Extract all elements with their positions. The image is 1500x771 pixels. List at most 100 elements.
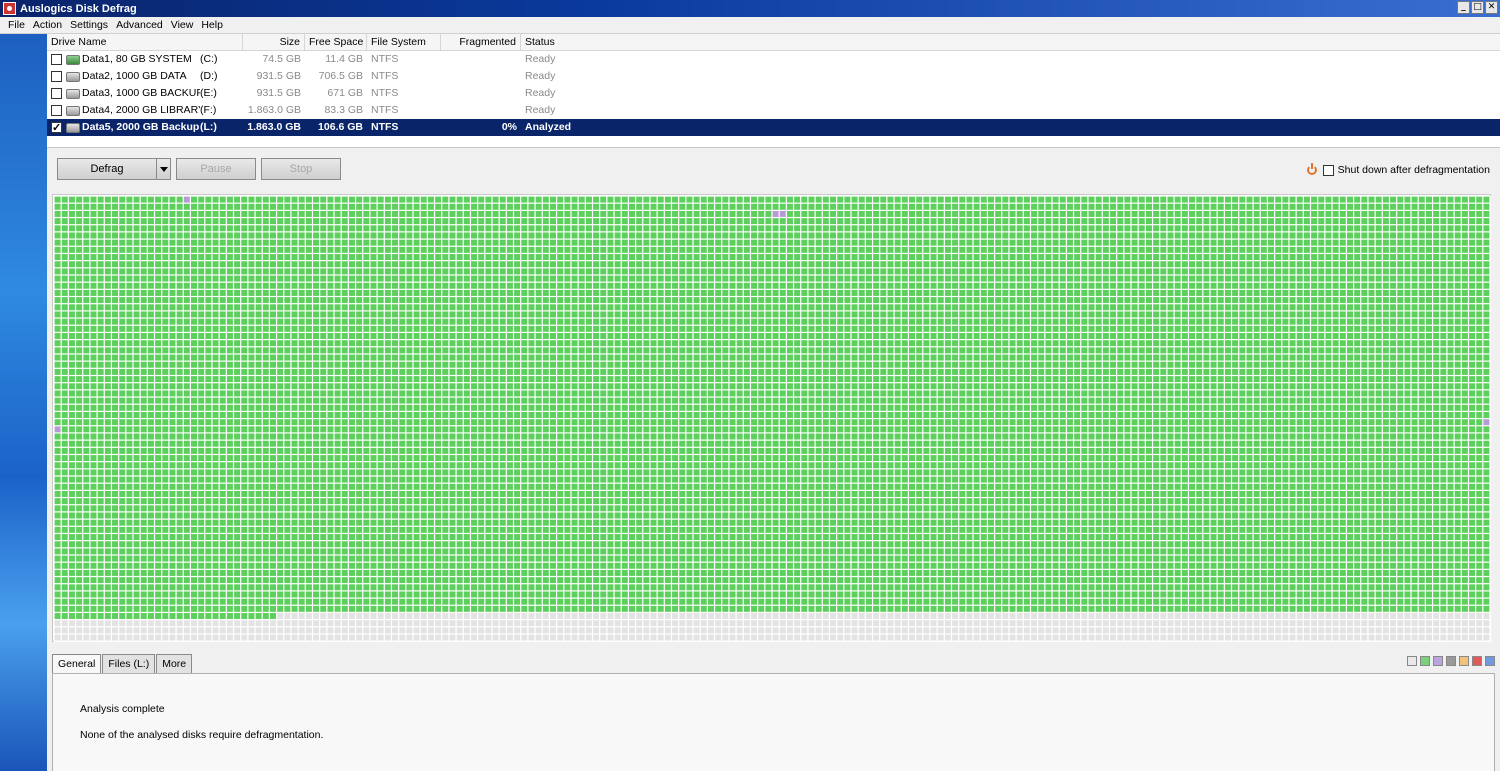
drive-fragmented: 0%	[501, 121, 517, 133]
drive-name: Data1, 80 GB SYSTEM	[82, 53, 192, 65]
drive-letter: (C:)	[200, 53, 218, 65]
drive-row[interactable]: Data3, 1000 GB BACKUP (E:) 931.5 GB 671 GB N…	[47, 85, 1500, 102]
drive-row[interactable]: Data1, 80 GB SYSTEM (C:) 74.5 GB 11.4 GB NTF…	[47, 51, 1500, 68]
menu-file[interactable]: File	[4, 19, 29, 31]
drive-row[interactable]: Data2, 1000 GB DATA (D:) 931.5 GB 706.5 GB N…	[47, 68, 1500, 85]
drive-file-system: NTFS	[371, 87, 399, 99]
tab-files[interactable]: Files (L:)	[102, 654, 156, 673]
drive-name: Data2, 1000 GB DATA	[82, 70, 187, 82]
drive-file-system: NTFS	[371, 70, 399, 82]
drive-checkbox[interactable]	[51, 71, 62, 82]
drive-free-space: 11.4 GB	[325, 53, 363, 65]
drive-file-system: NTFS	[371, 53, 399, 65]
hard-drive-icon	[66, 122, 80, 133]
drive-fragmented	[441, 102, 521, 119]
cluster-map-frame	[52, 194, 1491, 642]
drive-list: Drive Name Size Free Space File System F…	[47, 34, 1500, 148]
tab-strip: General Files (L:) More	[52, 654, 193, 674]
power-icon	[1306, 163, 1317, 175]
toolbar: Defrag Pause Stop Shut down after defrag…	[47, 148, 1500, 194]
legend-swatch	[1446, 656, 1456, 666]
shutdown-option: Shut down after defragmentation	[1306, 163, 1490, 176]
drive-checkbox[interactable]	[51, 88, 62, 99]
drive-rows: Data1, 80 GB SYSTEM (C:) 74.5 GB 11.4 GB NTF…	[47, 51, 1500, 136]
drive-file-system: NTFS	[371, 104, 399, 116]
hard-drive-icon	[66, 71, 80, 82]
tab-more[interactable]: More	[156, 654, 193, 673]
drive-size: 931.5 GB	[256, 87, 301, 99]
drive-name: Data3, 1000 GB BACKUP	[82, 87, 200, 99]
hard-drive-icon	[66, 88, 80, 99]
drive-file-system: NTFS	[371, 121, 399, 133]
menu-action[interactable]: Action	[29, 19, 66, 31]
drive-list-header: Drive Name Size Free Space File System F…	[47, 34, 1500, 51]
drive-row[interactable]: Data5, 2000 GB Backup(L:) 1.863.0 GB 106.6…	[47, 119, 1500, 136]
drive-free-space: 671 GB	[327, 87, 363, 99]
drive-name-cell: Data5, 2000 GB Backup(L:)	[47, 119, 243, 136]
drive-status: Analyzed	[525, 121, 572, 133]
drive-size: 74.5 GB	[262, 53, 301, 65]
cluster-map-canvas	[54, 196, 1491, 642]
drive-free-space: 706.5 GB	[318, 70, 363, 82]
defrag-button[interactable]: Defrag	[57, 158, 157, 180]
pause-button[interactable]: Pause	[176, 158, 256, 180]
analysis-result-text: None of the analysed disks require defra…	[80, 729, 324, 741]
desktop-background	[0, 34, 47, 771]
legend-swatch	[1407, 656, 1417, 666]
tab-general[interactable]: General	[52, 654, 102, 674]
drive-free-space: 83.3 GB	[324, 104, 363, 116]
stop-button[interactable]: Stop	[261, 158, 341, 180]
cluster-map	[54, 196, 1491, 642]
cluster-legend	[1407, 656, 1495, 666]
column-drive-name[interactable]: Drive Name	[47, 34, 243, 51]
drive-letter: (D:)	[200, 70, 218, 82]
minimize-button[interactable]: _	[1457, 1, 1470, 14]
drive-name-cell: Data4, 2000 GB LIBRARY (F:)	[47, 102, 243, 119]
drive-checkbox[interactable]	[51, 105, 62, 116]
menu-help[interactable]: Help	[197, 19, 227, 31]
hard-drive-icon	[66, 105, 80, 116]
drive-letter: (E:)	[200, 87, 217, 99]
menu-settings[interactable]: Settings	[66, 19, 112, 31]
drive-name: Data5, 2000 GB Backup	[82, 121, 200, 133]
menu-view[interactable]: View	[167, 19, 198, 31]
app-icon	[3, 2, 16, 15]
legend-swatch	[1420, 656, 1430, 666]
window-title: Auslogics Disk Defrag	[20, 2, 137, 15]
drive-status: Ready	[525, 87, 556, 99]
drive-checkbox[interactable]	[51, 120, 62, 136]
legend-swatch	[1472, 656, 1482, 666]
drive-row[interactable]: Data4, 2000 GB LIBRARY (F:) 1.863.0 GB 83.3…	[47, 102, 1500, 119]
legend-swatch	[1433, 656, 1443, 666]
menu-bar: File Action Settings Advanced View Help	[0, 17, 1500, 34]
drive-letter: (F:)	[200, 104, 217, 116]
close-button[interactable]: ✕	[1485, 1, 1498, 14]
drive-fragmented	[441, 85, 521, 102]
drive-name-cell: Data3, 1000 GB BACKUP (E:)	[47, 85, 243, 102]
column-filler	[611, 34, 1500, 51]
column-size[interactable]: Size	[243, 34, 305, 51]
drive-size: 1.863.0 GB	[247, 104, 301, 116]
legend-swatch	[1459, 656, 1469, 666]
drive-size: 1.863.0 GB	[247, 121, 301, 133]
legend-swatch	[1485, 656, 1495, 666]
drive-status: Ready	[525, 70, 556, 82]
drive-letter: (L:)	[200, 121, 217, 133]
defrag-dropdown-button[interactable]	[156, 158, 171, 180]
column-file-system[interactable]: File System	[367, 34, 441, 51]
analysis-status-text: Analysis complete	[80, 703, 165, 715]
maximize-button[interactable]: □	[1471, 1, 1484, 14]
bottom-panel: General Files (L:) More Analysis complet…	[52, 654, 1495, 771]
drive-free-space: 106.6 GB	[318, 121, 363, 133]
info-panel: Analysis complete None of the analysed d…	[52, 673, 1495, 771]
main-window: Drive Name Size Free Space File System F…	[47, 34, 1500, 771]
column-status[interactable]: Status	[521, 34, 611, 51]
drive-name-cell: Data1, 80 GB SYSTEM (C:)	[47, 51, 243, 68]
drive-checkbox[interactable]	[51, 54, 62, 65]
drive-status: Ready	[525, 104, 556, 116]
drive-name-cell: Data2, 1000 GB DATA (D:)	[47, 68, 243, 85]
column-free-space[interactable]: Free Space	[305, 34, 367, 51]
shutdown-checkbox[interactable]	[1322, 164, 1334, 176]
menu-advanced[interactable]: Advanced	[112, 19, 167, 31]
column-fragmented[interactable]: Fragmented	[441, 34, 521, 51]
